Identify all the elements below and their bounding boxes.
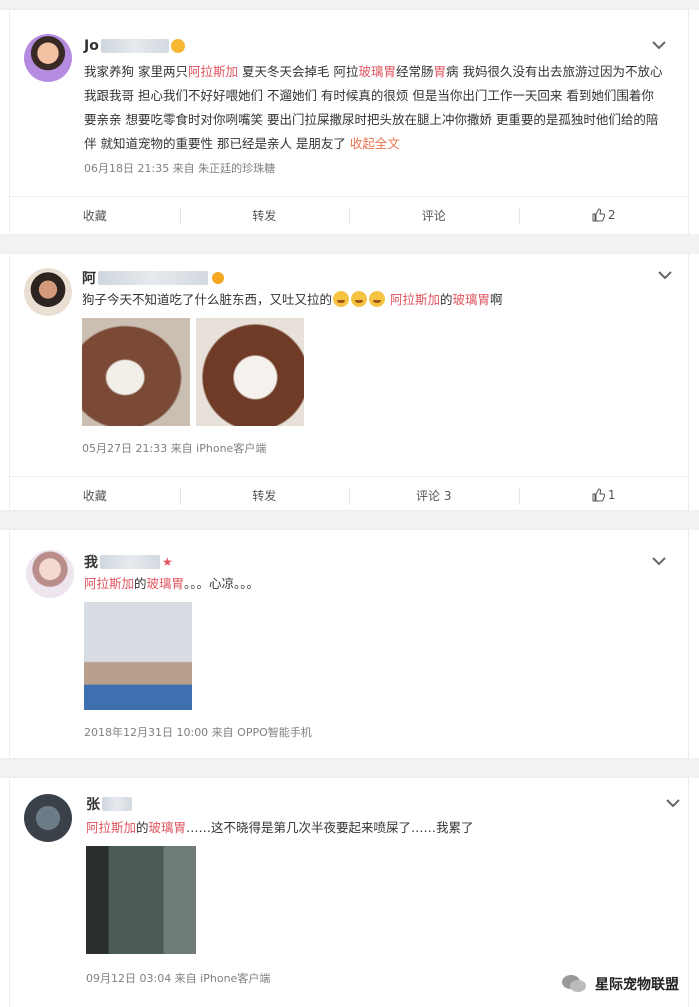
name-redaction — [100, 555, 160, 569]
user-name[interactable]: 张 — [86, 794, 132, 814]
user-name[interactable]: 我 ★ — [84, 552, 173, 572]
name-redaction — [102, 797, 132, 811]
user-name[interactable]: 阿 — [82, 268, 224, 288]
favorite-button[interactable]: 收藏 — [10, 197, 180, 233]
verified-icon — [212, 272, 224, 284]
post-text: 狗子今天不知道吃了什么脏东西，又吐又拉的 阿拉斯加的玻璃胃啊 — [82, 288, 672, 312]
keyword-highlight: 胃 — [433, 64, 446, 79]
post-card: 我 ★ 阿拉斯加的玻璃胃。。。心凉。。。 2018年12月31日 10:00 来… — [10, 530, 688, 758]
crying-emoji-icon — [333, 291, 350, 307]
avatar[interactable] — [26, 550, 74, 598]
text-segment: 的 — [440, 292, 453, 307]
like-button[interactable]: 1 — [518, 477, 689, 513]
post-text: 阿拉斯加的玻璃胃。。。心凉。。。 — [84, 572, 674, 596]
feed-separator — [0, 758, 699, 778]
post-text: 阿拉斯加的玻璃胃……这不晓得是第几次半夜要起来喷屎了……我累了 — [86, 816, 676, 840]
keyword-highlight: 阿拉斯加 — [386, 292, 440, 307]
dog-photo[interactable] — [82, 318, 190, 426]
like-button[interactable]: 2 — [518, 197, 689, 233]
avatar[interactable] — [24, 34, 72, 82]
dog-photo[interactable] — [86, 846, 196, 954]
name-redaction — [100, 39, 169, 53]
keyword-highlight: 玻璃胃 — [452, 292, 491, 307]
keyword-highlight: 玻璃胃 — [358, 64, 396, 79]
thumbs-up-icon — [592, 488, 605, 502]
text-segment: 经常肠 — [395, 64, 434, 79]
emoji-icon — [170, 39, 185, 53]
dog-photo[interactable] — [84, 602, 192, 710]
avatar[interactable] — [24, 268, 72, 316]
avatar[interactable] — [24, 794, 72, 842]
wechat-icon — [562, 975, 586, 992]
text-segment: 我家养狗 家里两只 — [84, 64, 188, 79]
post-text: 我家养狗 家里两只阿拉斯加 夏天冬天会掉毛 阿拉玻璃胃经常肠胃病 我妈很久没有出… — [84, 60, 664, 156]
post-meta[interactable]: 09月12日 03:04 来自 iPhone客户端 — [86, 970, 270, 986]
keyword-highlight: 阿拉斯加 — [187, 64, 238, 79]
keyword-highlight: 玻璃胃 — [146, 576, 185, 591]
user-name[interactable]: Jo — [84, 38, 185, 54]
keyword-highlight: 玻璃胃 — [148, 820, 187, 835]
thumbs-up-icon — [592, 208, 605, 222]
text-segment: 。。。心凉。。。 — [184, 576, 260, 591]
action-bar: 收藏 转发 评论 2 — [10, 196, 688, 233]
crying-emoji-icon — [369, 291, 386, 307]
watermark: 星际宠物联盟 — [561, 973, 679, 995]
favorite-button[interactable]: 收藏 — [10, 477, 180, 513]
text-segment: 狗子今天不知道吃了什么脏东西，又吐又拉的 — [82, 292, 333, 307]
post-meta[interactable]: 05月27日 21:33 来自 iPhone客户端 — [82, 440, 266, 456]
repost-button[interactable]: 转发 — [179, 477, 350, 513]
text-segment: ……这不晓得是第几次半夜要起来喷屎了……我累了 — [186, 820, 474, 835]
crying-emoji-icon — [351, 291, 368, 307]
text-segment: 的 — [136, 820, 149, 835]
text-segment: 啊 — [490, 292, 503, 307]
text-segment: 夏天冬天会掉毛 阿拉 — [238, 64, 359, 79]
text-segment: 的 — [134, 576, 147, 591]
chevron-down-icon[interactable] — [652, 556, 666, 566]
repost-button[interactable]: 转发 — [179, 197, 350, 233]
comment-button[interactable]: 评论 3 — [349, 477, 519, 513]
star-icon: ★ — [162, 555, 173, 569]
chevron-down-icon[interactable] — [658, 270, 672, 280]
dog-photo[interactable] — [196, 318, 304, 426]
post-meta[interactable]: 2018年12月31日 10:00 来自 OPPO智能手机 — [84, 724, 312, 740]
post-card: 阿 狗子今天不知道吃了什么脏东西，又吐又拉的 阿拉斯加的玻璃胃啊 05月27日 … — [10, 254, 688, 510]
keyword-highlight: 阿拉斯加 — [84, 576, 135, 591]
chevron-down-icon[interactable] — [652, 40, 666, 50]
collapse-text-link[interactable]: 收起全文 — [350, 136, 400, 151]
name-redaction — [98, 271, 208, 285]
post-card: Jo 我家养狗 家里两只阿拉斯加 夏天冬天会掉毛 阿拉玻璃胃经常肠胃病 我妈很久… — [10, 10, 688, 234]
feed-separator — [0, 234, 699, 254]
action-bar: 收藏 转发 评论 3 1 — [10, 476, 688, 513]
feed-separator — [0, 510, 699, 530]
comment-button[interactable]: 评论 — [349, 197, 519, 233]
keyword-highlight: 阿拉斯加 — [86, 820, 137, 835]
chevron-down-icon[interactable] — [666, 798, 680, 808]
post-meta[interactable]: 06月18日 21:35 来自 朱正廷的珍珠糖 — [84, 160, 275, 176]
feed-separator — [0, 0, 699, 10]
